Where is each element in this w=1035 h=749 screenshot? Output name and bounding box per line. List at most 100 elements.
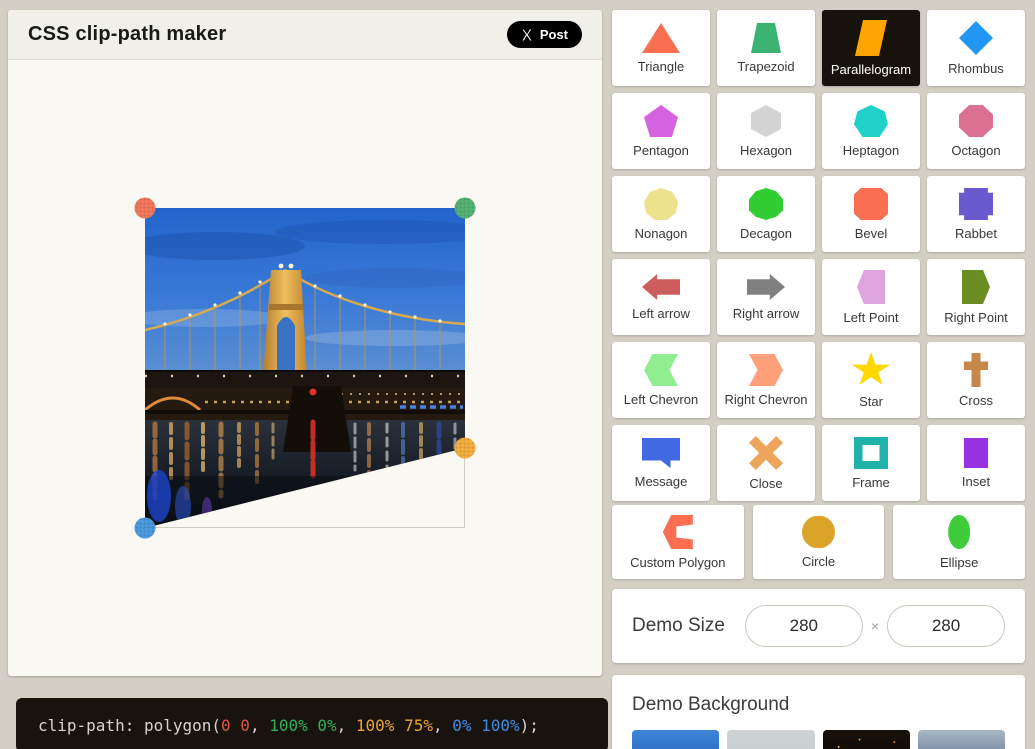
close-shape-icon bbox=[749, 436, 783, 470]
shape-card-label: Bevel bbox=[855, 227, 888, 240]
shape-card-label: Rabbet bbox=[955, 227, 997, 240]
demo-height-input[interactable] bbox=[887, 605, 1005, 647]
star-shape-icon bbox=[851, 352, 891, 388]
shape-card-label: Inset bbox=[962, 475, 990, 488]
code-bar: clip-path: polygon(0 0, 100% 0%, 100% 75… bbox=[16, 698, 608, 749]
left-arrow-shape-icon bbox=[642, 274, 680, 300]
right-chevron-shape-icon bbox=[749, 354, 783, 386]
shape-card-label: Nonagon bbox=[635, 227, 688, 240]
shape-card-label: Star bbox=[859, 395, 883, 408]
clip-path-code[interactable]: clip-path: polygon(0 0, 100% 0%, 100% 75… bbox=[38, 716, 539, 735]
shape-card-label: Hexagon bbox=[740, 144, 792, 157]
background-thumb-sparks-dark[interactable] bbox=[823, 730, 910, 749]
shape-card-nonagon[interactable]: Nonagon bbox=[612, 176, 710, 252]
shape-card-parallelogram[interactable]: Parallelogram bbox=[822, 10, 920, 86]
circle-shape-icon bbox=[801, 516, 835, 548]
shape-card-frame[interactable]: Frame bbox=[822, 425, 920, 501]
shape-card-label: Pentagon bbox=[633, 144, 689, 157]
code-segment: , bbox=[250, 716, 269, 735]
shape-card-label: Parallelogram bbox=[831, 63, 911, 76]
background-thumb-sunset-clouds[interactable] bbox=[918, 730, 1005, 749]
shape-card-triangle[interactable]: Triangle bbox=[612, 10, 710, 86]
octagon-shape-icon bbox=[959, 105, 993, 137]
parallelogram-shape-icon bbox=[855, 20, 887, 56]
shape-card-label: Decagon bbox=[740, 227, 792, 240]
shape-card-left-chevron[interactable]: Left Chevron bbox=[612, 342, 710, 418]
heptagon-shape-icon bbox=[854, 105, 888, 137]
shape-card-close[interactable]: Close bbox=[717, 425, 815, 501]
shape-card-label: Heptagon bbox=[843, 144, 899, 157]
demo-width-input[interactable] bbox=[745, 605, 863, 647]
shape-card-rhombus[interactable]: Rhombus bbox=[927, 10, 1025, 86]
shape-card-trapezoid[interactable]: Trapezoid bbox=[717, 10, 815, 86]
handle-top-right[interactable] bbox=[455, 198, 476, 219]
rhombus-shape-icon bbox=[959, 21, 993, 55]
code-segment: clip-path: polygon( bbox=[38, 716, 221, 735]
custom-polygon-shape-icon bbox=[663, 515, 693, 549]
shape-card-label: Left Chevron bbox=[624, 393, 698, 406]
shape-card-cross[interactable]: Cross bbox=[927, 342, 1025, 418]
rabbet-shape-icon bbox=[959, 188, 993, 220]
bevel-shape-icon bbox=[854, 188, 888, 220]
code-segment: , bbox=[337, 716, 356, 735]
shape-card-label: Left Point bbox=[844, 311, 899, 324]
shape-card-right-point[interactable]: Right Point bbox=[927, 259, 1025, 335]
background-thumbnails bbox=[632, 730, 1005, 749]
shape-card-hexagon[interactable]: Hexagon bbox=[717, 93, 815, 169]
shape-card-label: Ellipse bbox=[940, 556, 978, 569]
shape-card-left-point[interactable]: Left Point bbox=[822, 259, 920, 335]
x-logo-icon bbox=[521, 29, 533, 41]
right-point-shape-icon bbox=[962, 270, 990, 304]
shape-card-right-chevron[interactable]: Right Chevron bbox=[717, 342, 815, 418]
handle-bottom-left[interactable] bbox=[135, 518, 156, 539]
demo-background-card: Demo Background bbox=[612, 675, 1025, 749]
demo-size-card: Demo Size × bbox=[612, 589, 1025, 663]
shape-card-label: Right Point bbox=[944, 311, 1008, 324]
shape-card-octagon[interactable]: Octagon bbox=[927, 93, 1025, 169]
shape-card-star[interactable]: Star bbox=[822, 342, 920, 418]
shape-card-label: Custom Polygon bbox=[630, 556, 725, 569]
shape-card-decagon[interactable]: Decagon bbox=[717, 176, 815, 252]
handle-top-left[interactable] bbox=[135, 198, 156, 219]
shape-card-label: Right Chevron bbox=[724, 393, 807, 406]
shape-card-custom-polygon[interactable]: Custom Polygon bbox=[612, 505, 744, 579]
shape-card-inset[interactable]: Inset bbox=[927, 425, 1025, 501]
shape-card-label: Circle bbox=[802, 555, 835, 568]
demo-stage bbox=[145, 208, 465, 528]
code-segment: 100% 75% bbox=[356, 716, 433, 735]
shape-card-circle[interactable]: Circle bbox=[753, 505, 885, 579]
size-separator: × bbox=[871, 618, 879, 634]
shape-card-left-arrow[interactable]: Left arrow bbox=[612, 259, 710, 335]
left-point-shape-icon bbox=[857, 270, 885, 304]
hexagon-shape-icon bbox=[751, 105, 781, 137]
shape-card-bevel[interactable]: Bevel bbox=[822, 176, 920, 252]
code-segment: 0 0 bbox=[221, 716, 250, 735]
background-thumb-plain-gray[interactable] bbox=[727, 730, 814, 749]
post-button[interactable]: Post bbox=[507, 21, 582, 48]
shape-card-message[interactable]: Message bbox=[612, 425, 710, 501]
trapezoid-shape-icon bbox=[751, 23, 781, 53]
shape-card-label: Right arrow bbox=[733, 307, 799, 320]
code-segment: ); bbox=[520, 716, 539, 735]
shape-grid-wide: Custom Polygon Circle Ellipse bbox=[612, 505, 1025, 579]
pentagon-shape-icon bbox=[644, 105, 678, 137]
background-thumb-bridge-night[interactable] bbox=[632, 730, 719, 749]
left-chevron-shape-icon bbox=[644, 354, 678, 386]
decagon-shape-icon bbox=[749, 188, 783, 220]
shape-grid: Triangle Trapezoid Parallelogram Rhombus Pen… bbox=[612, 10, 1025, 501]
shape-card-right-arrow[interactable]: Right arrow bbox=[717, 259, 815, 335]
frame-shape-icon bbox=[854, 437, 888, 469]
code-segment: , bbox=[433, 716, 452, 735]
handle-right-75[interactable] bbox=[455, 438, 476, 459]
preview-panel: CSS clip-path maker Post bbox=[8, 10, 602, 676]
page-title: CSS clip-path maker bbox=[28, 23, 226, 46]
shape-card-pentagon[interactable]: Pentagon bbox=[612, 93, 710, 169]
shape-card-label: Message bbox=[635, 475, 688, 488]
shape-card-heptagon[interactable]: Heptagon bbox=[822, 93, 920, 169]
inset-shape-icon bbox=[964, 438, 988, 468]
demo-background-label: Demo Background bbox=[632, 694, 1005, 716]
shape-card-label: Triangle bbox=[638, 60, 684, 73]
ellipse-shape-icon bbox=[948, 515, 970, 549]
shape-card-ellipse[interactable]: Ellipse bbox=[893, 505, 1025, 579]
shape-card-rabbet[interactable]: Rabbet bbox=[927, 176, 1025, 252]
